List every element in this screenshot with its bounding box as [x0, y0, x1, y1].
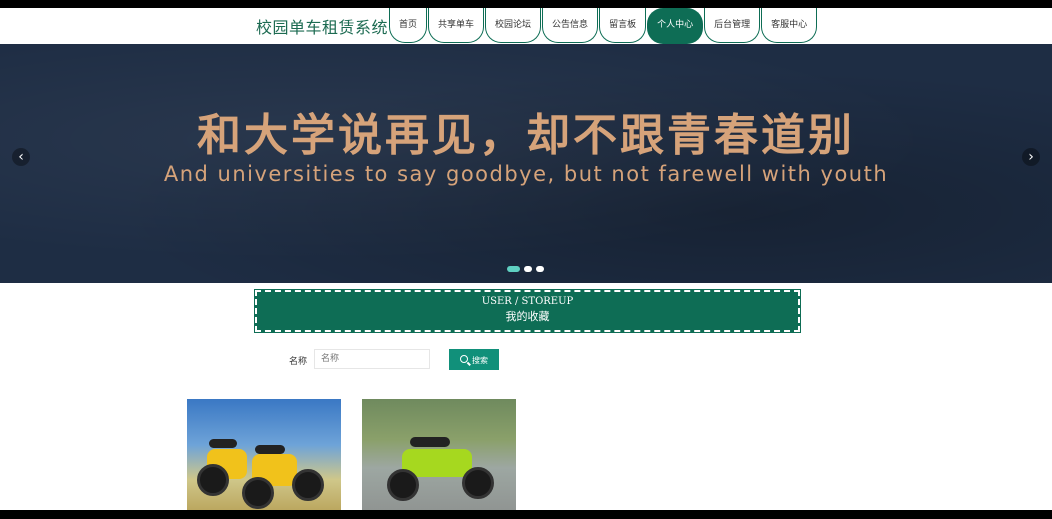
carousel-dot-1[interactable]: [507, 266, 520, 272]
section-title-cn: 我的收藏: [505, 310, 550, 323]
nav-shared-bikes[interactable]: 共享单车: [428, 8, 485, 43]
scooter-seat: [255, 445, 285, 454]
header: 校园单车租赁系统 首页 共享单车 校园论坛 公告信息 留言板 个人中心 后台管理…: [0, 8, 1052, 44]
carousel-indicators: [507, 266, 544, 272]
banner-carousel[interactable]: 和大学说再见，却不跟青春道别 And universities to say g…: [0, 44, 1052, 283]
section-title-en: USER / STOREUP: [481, 296, 574, 307]
chevron-left-icon[interactable]: ‹: [12, 148, 30, 166]
section-heading: USER / STOREUP 我的收藏: [254, 289, 801, 333]
favorite-item-green-scooter[interactable]: [362, 399, 516, 510]
carousel-dot-3[interactable]: [536, 266, 544, 272]
nav-message-board[interactable]: 留言板: [599, 8, 647, 43]
page: 校园单车租赁系统 首页 共享单车 校园论坛 公告信息 留言板 个人中心 后台管理…: [0, 8, 1052, 510]
nav-announcements[interactable]: 公告信息: [542, 8, 599, 43]
scooter-wheel: [387, 469, 419, 501]
nav-customer-service[interactable]: 客服中心: [761, 8, 818, 43]
scooter-wheel: [242, 477, 274, 509]
watermark: CSDN @ck3026: [898, 490, 1024, 509]
favorite-item-yellow-bikes[interactable]: [187, 399, 341, 510]
search-label: 名称: [289, 357, 308, 367]
site-title: 校园单车租赁系统: [256, 18, 389, 37]
chevron-right-icon[interactable]: ›: [1022, 148, 1040, 166]
nav-forum[interactable]: 校园论坛: [485, 8, 542, 43]
search-button-label: 搜索: [472, 356, 488, 365]
search-icon: [460, 355, 468, 363]
scooter-seat: [209, 439, 237, 448]
banner-title-en: And universities to say goodbye, but not…: [163, 162, 889, 186]
scooter-seat: [410, 437, 450, 447]
scooter-wheel: [462, 467, 494, 499]
search-input[interactable]: [314, 349, 430, 369]
carousel-dot-2[interactable]: [524, 266, 532, 272]
nav-personal-center[interactable]: 个人中心: [647, 8, 704, 44]
scooter-wheel: [292, 469, 324, 501]
search-button[interactable]: 搜索: [449, 349, 499, 370]
main-nav: 首页 共享单车 校园论坛 公告信息 留言板 个人中心 后台管理 客服中心: [389, 8, 818, 44]
scooter-wheel: [197, 464, 229, 496]
nav-home[interactable]: 首页: [389, 8, 428, 43]
banner-title-cn: 和大学说再见，却不跟青春道别: [197, 110, 855, 161]
nav-admin[interactable]: 后台管理: [704, 8, 761, 43]
